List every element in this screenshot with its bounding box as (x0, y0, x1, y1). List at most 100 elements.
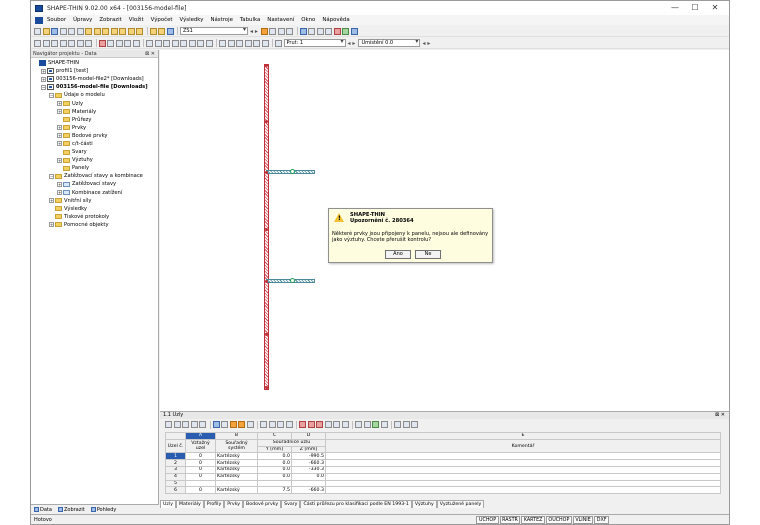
zoom-in-icon[interactable] (107, 39, 114, 47)
text-icon[interactable] (59, 39, 67, 47)
navigator-close-icon[interactable]: ⊠ ✕ (145, 50, 155, 58)
status-toggle-rastr[interactable]: RASTR (499, 516, 521, 524)
table-tab[interactable]: Profily (203, 500, 225, 508)
cell-comment[interactable] (325, 452, 721, 461)
menu-zobrazit[interactable]: Zobrazit (99, 17, 121, 23)
cell-y[interactable] (257, 479, 292, 488)
menu-tabulka[interactable]: Tabulka (240, 17, 260, 23)
tree-item[interactable]: + profil1 [test] (31, 67, 158, 75)
tree-item[interactable]: + Materiály (31, 108, 158, 116)
tree-toggle-icon[interactable]: + (57, 125, 62, 131)
snap-grid-icon[interactable] (163, 39, 170, 47)
cell-comment[interactable] (325, 472, 721, 481)
calc-icon[interactable] (166, 27, 174, 35)
cell-ref[interactable]: 0 (185, 452, 216, 461)
table-check-icon[interactable] (380, 421, 388, 428)
node-marker[interactable] (265, 386, 268, 389)
table-tab[interactable]: Uzly (160, 500, 176, 508)
table-delete-icon[interactable] (316, 421, 323, 428)
view-iso-icon[interactable] (299, 27, 307, 35)
menu-vlozit[interactable]: Vložit (129, 17, 144, 23)
pan-icon[interactable] (124, 39, 131, 47)
table-insert-row-icon[interactable] (260, 421, 267, 428)
table-tab[interactable]: Vyztužené panely (436, 500, 485, 508)
select-icon[interactable] (34, 39, 41, 47)
col-letter[interactable]: C (257, 432, 292, 440)
status-toggle-dxf[interactable]: DXF (594, 516, 609, 524)
tree-toggle-icon[interactable]: + (57, 181, 62, 187)
col-letter[interactable]: E (325, 432, 721, 440)
tree-item[interactable]: SHAPE-THIN (31, 59, 158, 67)
delete-icon[interactable] (333, 27, 341, 35)
dimension-icon[interactable] (51, 39, 58, 47)
tree-item[interactable]: Průřezy (31, 116, 158, 124)
yes-button[interactable]: Ano (385, 250, 411, 259)
snap-ortho-icon[interactable] (197, 39, 204, 47)
tree-item[interactable]: + Prvky (31, 124, 158, 132)
view-graphic-icon[interactable] (158, 27, 165, 35)
snap-line-icon[interactable] (180, 39, 187, 47)
menu-vypocet[interactable]: Výpočet (151, 17, 173, 23)
results-icon[interactable] (260, 27, 268, 35)
nav-tab-display[interactable]: Zobrazit (57, 507, 85, 513)
cell-comment[interactable] (325, 486, 721, 495)
table-copy-icon[interactable] (221, 421, 228, 428)
menu-upravy[interactable]: Úpravy (73, 17, 92, 23)
cell-z[interactable]: -330.3 (291, 465, 326, 474)
arc-icon[interactable] (110, 27, 118, 35)
tree-toggle-icon[interactable]: + (57, 157, 62, 163)
app-menu-icon[interactable] (35, 16, 43, 24)
table-paste-icon[interactable] (307, 421, 315, 428)
table-nav-last-icon[interactable] (190, 421, 198, 428)
position-select[interactable]: Umístění 0.0 (358, 39, 421, 47)
tree-item[interactable]: Svary (31, 148, 158, 156)
snap-perp-icon[interactable] (171, 39, 179, 47)
cell-y[interactable]: 0.0 (257, 465, 292, 474)
cell-z[interactable]: -990.5 (291, 452, 326, 461)
cell-ref[interactable]: 0 (185, 472, 216, 481)
col-letter[interactable]: D (291, 432, 326, 440)
cell-z[interactable]: -660.3 (291, 459, 326, 467)
cell-ref[interactable]: 0 (185, 486, 216, 495)
col-letter[interactable]: B (215, 432, 258, 440)
tree-item[interactable]: Výsledky (31, 205, 158, 213)
table-chart-icon[interactable] (394, 421, 401, 428)
table-sort-icon[interactable] (277, 421, 284, 428)
settings-icon[interactable] (350, 27, 358, 35)
tree-toggle-icon[interactable]: + (57, 141, 62, 147)
deform-icon[interactable] (286, 27, 294, 35)
arrow-icon[interactable] (68, 39, 75, 47)
table-nav-next-icon[interactable] (182, 421, 189, 428)
display-icon[interactable] (244, 39, 252, 47)
tree-toggle-icon[interactable]: + (57, 109, 62, 115)
table-tab[interactable]: Svary (281, 500, 301, 508)
table-settings-icon[interactable] (199, 421, 206, 428)
cell-sys[interactable] (215, 479, 258, 488)
status-toggle-kartez[interactable]: KARTEZ (521, 516, 545, 524)
tree-toggle-icon[interactable]: + (57, 190, 62, 196)
cell-comment[interactable] (325, 459, 721, 467)
filter-icon[interactable] (219, 39, 226, 47)
display3-icon[interactable] (261, 39, 269, 47)
table-clear-icon[interactable] (285, 421, 293, 428)
table-row[interactable]: 5 (165, 479, 721, 488)
cell-no[interactable]: 2 (165, 459, 186, 467)
tree-toggle-icon[interactable]: + (49, 198, 54, 204)
nav-tab-views[interactable]: Pohledy (90, 507, 116, 513)
function-icon[interactable] (402, 421, 410, 428)
display2-icon[interactable] (253, 39, 260, 47)
cell-sys[interactable]: Kartézský (215, 486, 258, 495)
view-z-icon[interactable] (316, 27, 324, 35)
snap-node-icon[interactable] (146, 39, 153, 47)
filter2-icon[interactable] (236, 39, 243, 47)
print-icon[interactable] (59, 27, 67, 35)
cell-no[interactable]: 1 (165, 452, 186, 461)
tree-toggle-icon[interactable]: + (41, 76, 46, 82)
tree-toggle-icon[interactable]: + (57, 133, 62, 139)
tree-item[interactable]: + Výztuhy (31, 156, 158, 164)
view-y-icon[interactable] (308, 27, 316, 35)
tree-toggle-icon[interactable]: − (49, 173, 54, 179)
zoom-all-icon[interactable] (325, 27, 333, 35)
table-panel-close-icon[interactable]: ⊠ ✕ (715, 412, 725, 419)
tree-item[interactable]: + Kombinace zatížení (31, 189, 158, 197)
